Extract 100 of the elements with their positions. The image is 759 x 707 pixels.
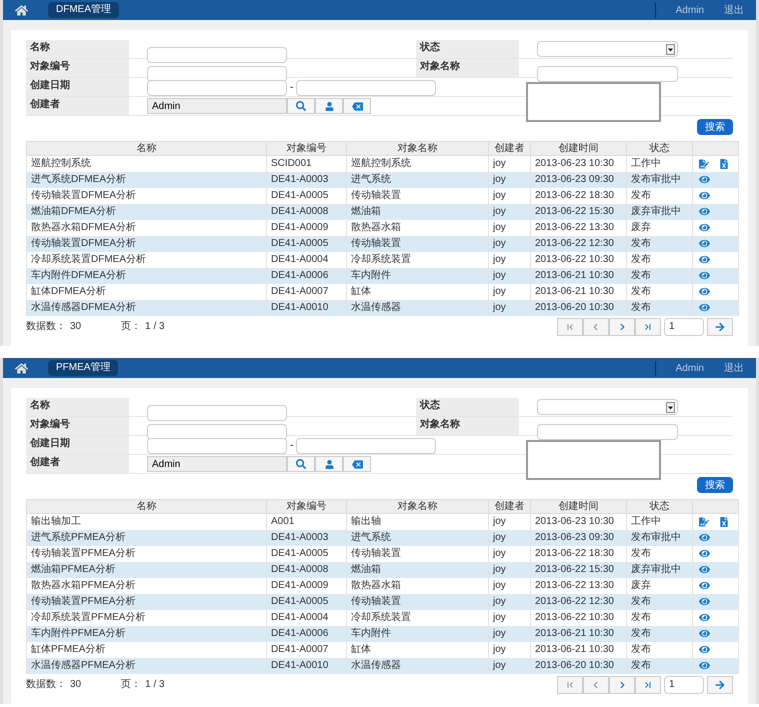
go-button[interactable] (707, 676, 733, 694)
user-button[interactable] (315, 456, 343, 472)
table-row[interactable]: 巡航控制系统 SCID001 巡航控制系统 joy 2013-06-23 10:30 工作中 (26, 156, 738, 172)
creator-field[interactable]: Admin (147, 456, 287, 472)
user-name[interactable]: Admin (654, 2, 704, 18)
person-icon (324, 102, 334, 110)
view-icon[interactable] (699, 302, 710, 313)
page-number-field[interactable]: 1 (664, 676, 704, 694)
view-icon[interactable] (699, 254, 710, 265)
home-icon[interactable] (15, 362, 28, 374)
view-icon[interactable] (699, 628, 710, 639)
view-icon[interactable] (699, 206, 710, 217)
view-icon[interactable] (699, 286, 710, 297)
search-button[interactable] (287, 456, 315, 472)
table-row[interactable]: 车内附件PFMEA分析 DE41-A0006 车内附件 joy 2013-06-21 10:30 发布 (26, 626, 738, 642)
go-button[interactable] (707, 318, 733, 336)
table-cell: 2013-06-20 10:30 (530, 658, 626, 674)
module-tab[interactable]: PFMEA管理 (48, 360, 118, 376)
view-icon[interactable] (699, 238, 710, 249)
name-field[interactable] (147, 46, 287, 62)
delete-document-icon[interactable] (719, 158, 729, 169)
table-cell: 水温传感器PFMEA分析 (26, 658, 266, 674)
field-label: 对象名称 (416, 417, 519, 435)
table-row[interactable]: 冷却系统装置DFMEA分析 DE41-A0004 冷却系统装置 joy 2013-06-22 10:30 发布 (26, 252, 738, 268)
table-row[interactable]: 散热器水箱DFMEA分析 DE41-A0009 散热器水箱 joy 2013-06-22 13:30 废弃 (26, 220, 738, 236)
first-page-button[interactable] (557, 676, 583, 694)
view-icon[interactable] (699, 612, 710, 623)
view-icon[interactable] (699, 532, 710, 543)
date-separator: - (290, 81, 294, 95)
record-count-label: 数据数： (26, 678, 66, 692)
table-row[interactable]: 水温传感器PFMEA分析 DE41-A0010 水温传感器 joy 2013-06-20 10:30 发布 (26, 658, 738, 674)
clear-button[interactable] (343, 98, 371, 114)
home-icon[interactable] (15, 4, 28, 16)
previous-page-button[interactable] (583, 318, 609, 336)
arrow-right-icon (715, 680, 725, 690)
view-icon[interactable] (699, 564, 710, 575)
view-icon[interactable] (699, 190, 710, 201)
view-icon[interactable] (699, 222, 710, 233)
table-row[interactable]: 进气系统PFMEA分析 DE41-A0003 进气系统 joy 2013-06-23 09:30 发布审批中 (26, 530, 738, 546)
next-page-button[interactable] (609, 676, 635, 694)
table-cell: 发布 (626, 300, 692, 316)
table-row[interactable]: 燃油箱DFMEA分析 DE41-A0008 燃油箱 joy 2013-06-22 15:30 废弃审批中 (26, 204, 738, 220)
view-icon[interactable] (699, 580, 710, 591)
table-row[interactable]: 缸体DFMEA分析 DE41-A0007 缸体 joy 2013-06-21 10:30 发布 (26, 284, 738, 300)
next-page-button[interactable] (609, 318, 635, 336)
start-date-field[interactable] (147, 80, 287, 96)
table-row[interactable]: 传动轴装置PFMEA分析 DE41-A0005 传动轴装置 joy 2013-06-22 12:30 发布 (26, 594, 738, 610)
logout-link[interactable]: 退出 (724, 360, 744, 376)
view-icon[interactable] (699, 548, 710, 559)
table-cell: 水温传感器 (346, 300, 488, 316)
last-page-button[interactable] (635, 318, 661, 336)
search-submit-button[interactable]: 搜索 (697, 119, 733, 135)
table-row[interactable]: 水温传感器DFMEA分析 DE41-A0010 水温传感器 joy 2013-06-20 10:30 发布 (26, 300, 738, 316)
previous-page-button[interactable] (583, 676, 609, 694)
delete-document-icon[interactable] (719, 516, 729, 527)
table-row[interactable]: 缸体PFMEA分析 DE41-A0007 缸体 joy 2013-06-21 10:30 发布 (26, 642, 738, 658)
search-submit-button[interactable]: 搜索 (697, 477, 733, 493)
user-name[interactable]: Admin (654, 360, 704, 376)
table-row[interactable]: 传动轴装置DFMEA分析 DE41-A0005 传动轴装置 joy 2013-06-22 18:30 发布 (26, 188, 738, 204)
table-row[interactable]: 进气系统DFMEA分析 DE41-A0003 进气系统 joy 2013-06-23 09:30 发布审批中 (26, 172, 738, 188)
table-row[interactable]: 散热器水箱PFMEA分析 DE41-A0009 散热器水箱 joy 2013-06-22 13:30 废弃 (26, 578, 738, 594)
first-page-button[interactable] (557, 318, 583, 336)
search-button[interactable] (287, 98, 315, 114)
module-tab[interactable]: DFMEA管理 (48, 2, 119, 18)
view-icon[interactable] (699, 174, 710, 185)
page-number-field[interactable]: 1 (664, 318, 704, 336)
view-icon[interactable] (699, 660, 710, 671)
creator-field[interactable]: Admin (147, 98, 287, 114)
column-header: 名称 (26, 142, 266, 156)
record-count-label: 数据数： (26, 320, 66, 334)
table-row[interactable]: 输出轴加工 A001 输出轴 joy 2013-06-23 10:30 工作中 (26, 514, 738, 530)
view-icon[interactable] (699, 596, 710, 607)
edit-document-icon[interactable] (699, 516, 709, 527)
view-icon[interactable] (699, 270, 710, 281)
code-field[interactable] (147, 66, 287, 82)
last-page-button[interactable] (635, 676, 661, 694)
dropdown-caret-icon (666, 402, 675, 412)
code-field[interactable] (147, 424, 287, 440)
start-date-field[interactable] (147, 438, 287, 454)
date-separator: - (290, 439, 294, 453)
object-name-field[interactable] (537, 66, 678, 82)
end-date-field[interactable] (296, 438, 436, 454)
column-header: 状态 (626, 142, 692, 156)
table-row[interactable]: 传动轴装置DFMEA分析 DE41-A0005 传动轴装置 joy 2013-06-22 12:30 发布 (26, 236, 738, 252)
end-date-field[interactable] (296, 80, 436, 96)
column-header: 对象名称 (346, 500, 488, 514)
clear-button[interactable] (343, 456, 371, 472)
edit-document-icon[interactable] (699, 158, 709, 169)
table-cell: 2013-06-20 10:30 (530, 300, 626, 316)
logout-link[interactable]: 退出 (724, 2, 744, 18)
user-button[interactable] (315, 98, 343, 114)
object-name-field[interactable] (537, 424, 678, 440)
name-field[interactable] (147, 404, 287, 420)
table-row[interactable]: 冷却系统装置PFMEA分析 DE41-A0004 冷却系统装置 joy 2013-06-22 10:30 发布 (26, 610, 738, 626)
table-cell: 水温传感器 (346, 658, 488, 674)
dropdown-caret-icon (666, 44, 675, 54)
table-row[interactable]: 传动轴装置PFMEA分析 DE41-A0005 传动轴装置 joy 2013-06-22 18:30 发布 (26, 546, 738, 562)
table-row[interactable]: 燃油箱PFMEA分析 DE41-A0008 燃油箱 joy 2013-06-22 15:30 废弃审批中 (26, 562, 738, 578)
table-row[interactable]: 车内附件DFMEA分析 DE41-A0006 车内附件 joy 2013-06-21 10:30 发布 (26, 268, 738, 284)
view-icon[interactable] (699, 644, 710, 655)
